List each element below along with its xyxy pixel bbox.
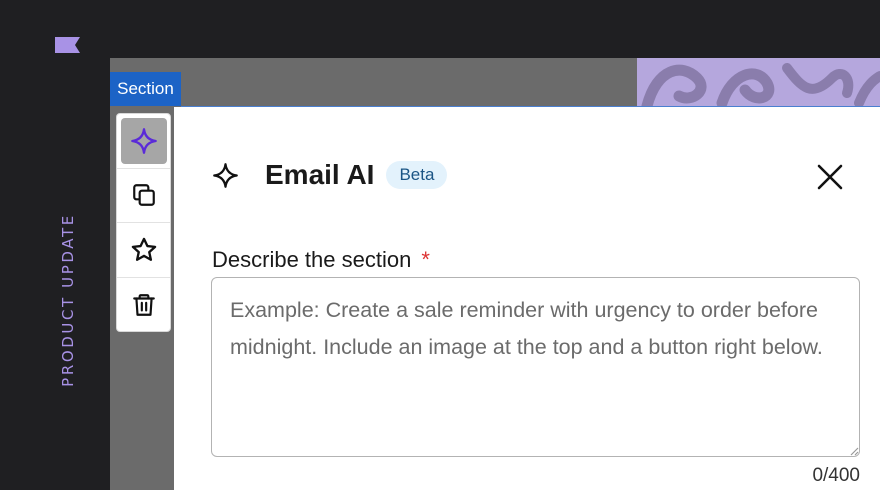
dialog-title: Email AI bbox=[265, 159, 375, 190]
required-asterisk: * bbox=[421, 247, 430, 272]
sparkle-icon bbox=[130, 127, 157, 154]
ai-sparkle-button[interactable] bbox=[117, 114, 170, 169]
sparkle-icon bbox=[213, 162, 238, 188]
vertical-label: PRODUCT UPDATE bbox=[59, 213, 77, 387]
section-toolbar bbox=[116, 113, 171, 332]
header-artwork bbox=[637, 58, 880, 108]
copy-icon bbox=[132, 184, 155, 207]
star-icon bbox=[131, 237, 156, 261]
dialog-header: Email AI Beta bbox=[212, 159, 448, 191]
brand-flag-icon bbox=[55, 37, 80, 53]
close-icon[interactable] bbox=[812, 159, 848, 195]
section-tab[interactable]: Section bbox=[110, 72, 181, 106]
field-label: Describe the section * bbox=[212, 247, 430, 273]
section-description-textarea[interactable] bbox=[211, 277, 860, 457]
delete-button[interactable] bbox=[117, 278, 170, 332]
character-counter: 0/400 bbox=[812, 465, 860, 486]
favorite-button[interactable] bbox=[117, 223, 170, 278]
resize-handle-icon[interactable] bbox=[849, 446, 859, 456]
email-ai-dialog: Email AI Beta Describe the section * 0/40… bbox=[174, 107, 880, 490]
field-label-text: Describe the section bbox=[212, 247, 412, 272]
duplicate-button[interactable] bbox=[117, 169, 170, 223]
trash-icon bbox=[132, 293, 155, 316]
beta-badge: Beta bbox=[386, 161, 448, 189]
